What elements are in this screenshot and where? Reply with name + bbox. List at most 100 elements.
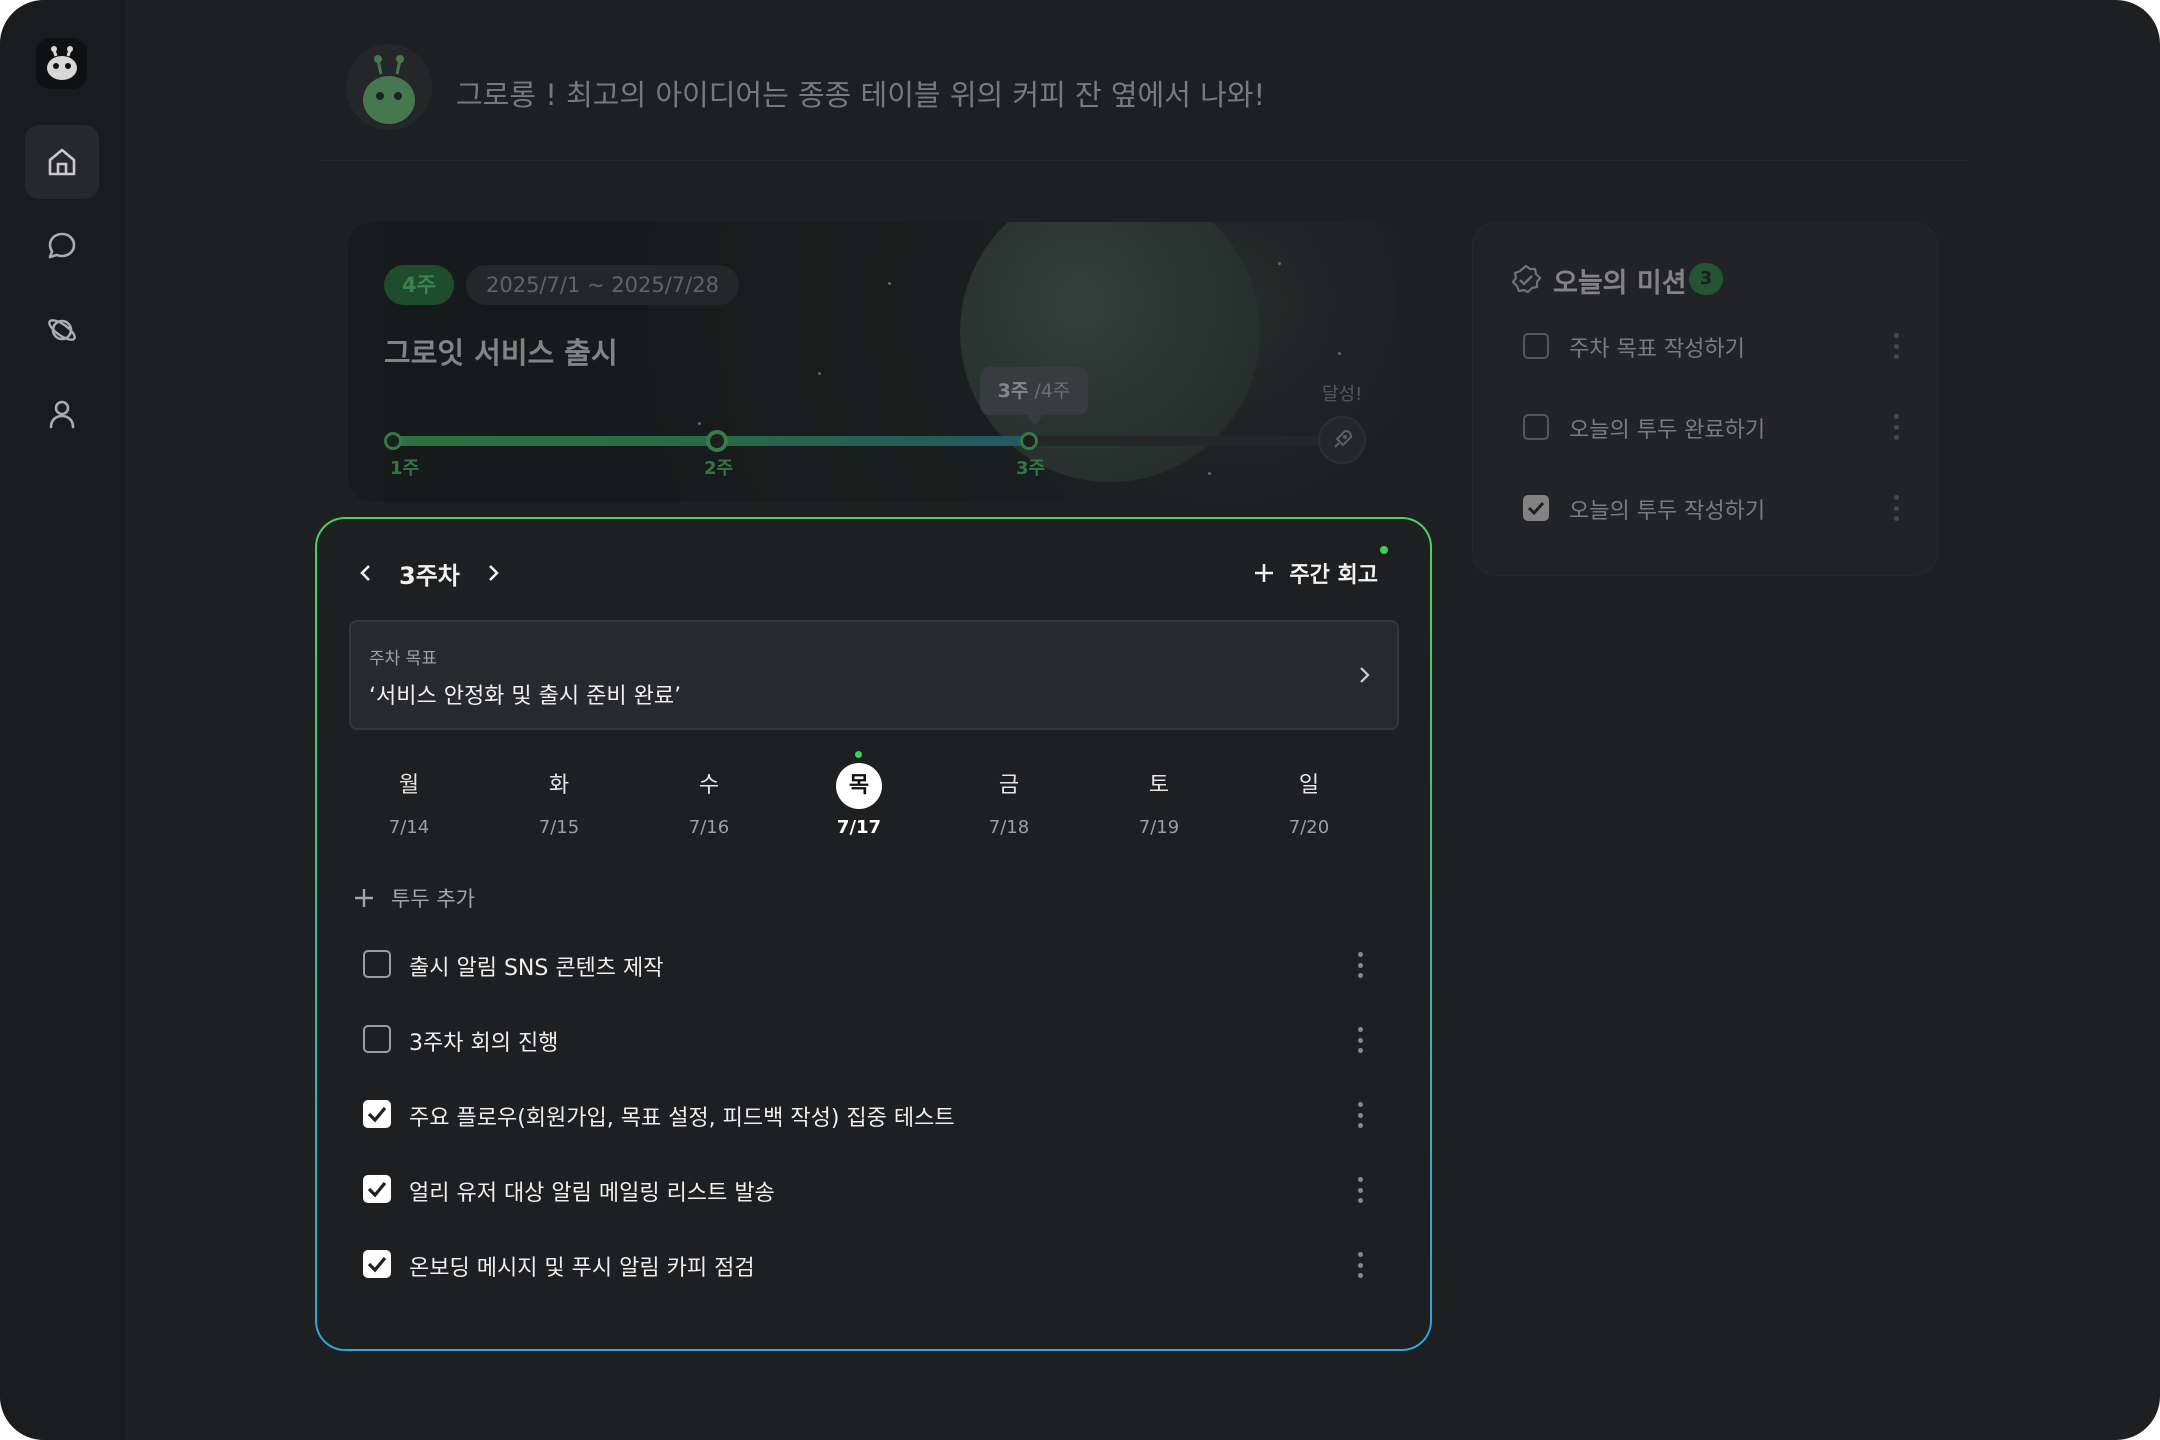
todo-item[interactable]: 주요 플로우(회원가입, 목표 설정, 피드백 작성) 집중 테스트 <box>363 1094 1363 1134</box>
weekly-review-button[interactable]: 주간 회고 <box>1253 555 1378 591</box>
chevron-right-icon[interactable] <box>482 562 504 584</box>
tooltip-total-weeks: /4주 <box>1034 380 1071 402</box>
day-date: 7/19 <box>1138 817 1180 838</box>
rocket-icon <box>1318 416 1366 464</box>
more-vertical-icon[interactable] <box>1357 1177 1363 1203</box>
progress-tooltip: 3주 /4주 <box>980 367 1088 425</box>
more-vertical-icon[interactable] <box>1893 495 1899 521</box>
more-vertical-icon[interactable] <box>1357 1252 1363 1278</box>
mascot-avatar <box>346 44 432 130</box>
todo-checkbox[interactable] <box>363 1100 391 1128</box>
todo-item[interactable]: 출시 알림 SNS 콘텐츠 제작 <box>363 944 1363 984</box>
today-dot <box>855 751 862 758</box>
more-vertical-icon[interactable] <box>1357 1027 1363 1053</box>
chevron-right-icon <box>1360 667 1370 683</box>
nav-planet-button[interactable] <box>25 293 99 367</box>
week-1-label: 1주 <box>390 458 420 479</box>
logo-icon[interactable] <box>36 38 87 89</box>
todo-label: 온보딩 메시지 및 푸시 알림 카피 점검 <box>409 1256 755 1281</box>
mission-title: 오늘의 미션 <box>1553 268 1687 299</box>
day-date: 7/15 <box>538 817 580 838</box>
add-todo-label: 투두 추가 <box>391 887 475 911</box>
more-vertical-icon[interactable] <box>1357 952 1363 978</box>
planet-icon <box>48 319 76 341</box>
tooltip-current-week: 3주 <box>997 380 1029 402</box>
more-vertical-icon[interactable] <box>1357 1102 1363 1128</box>
week-1-marker <box>384 432 402 450</box>
goal-week-chip: 4주 <box>384 265 454 305</box>
mission-checkbox[interactable] <box>1523 333 1549 359</box>
home-icon <box>48 148 76 176</box>
day-tue[interactable]: 화 7/15 <box>514 763 604 838</box>
mission-item-label: 오늘의 투두 완료하기 <box>1569 418 1766 443</box>
goal-progress-card[interactable]: 4주 2025/7/1 ~ 2025/7/28 그로잇 서비스 출시 3주 /4… <box>348 222 1398 502</box>
add-todo-button[interactable]: 투두 추가 <box>353 883 475 913</box>
nav-profile-button[interactable] <box>25 377 99 451</box>
day-date: 7/16 <box>688 817 730 838</box>
todo-checkbox[interactable] <box>363 1025 391 1053</box>
day-mon[interactable]: 월 7/14 <box>364 763 454 838</box>
todo-label: 주요 플로우(회원가입, 목표 설정, 피드백 작성) 집중 테스트 <box>409 1106 955 1131</box>
check-icon <box>367 1106 387 1123</box>
mission-count-badge: 3 <box>1689 263 1723 295</box>
greeting-header: 그로롱 ! 최고의 아이디어는 종종 테이블 위의 커피 잔 옆에서 나와! <box>346 44 1346 134</box>
plus-icon <box>355 889 373 907</box>
day-name: 일 <box>1298 773 1320 798</box>
mission-checkbox[interactable] <box>1523 495 1549 521</box>
goal-date-range: 2025/7/1 ~ 2025/7/28 <box>466 265 739 305</box>
week-3-marker <box>1020 432 1038 450</box>
check-icon <box>367 1181 387 1198</box>
day-date: 7/18 <box>988 817 1030 838</box>
day-wed[interactable]: 수 7/16 <box>664 763 754 838</box>
mission-item-label: 주차 목표 작성하기 <box>1569 337 1745 362</box>
day-date: 7/14 <box>388 817 430 838</box>
more-vertical-icon[interactable] <box>1893 414 1899 440</box>
day-name: 금 <box>998 773 1020 798</box>
achieve-label: 달성! <box>1322 384 1363 405</box>
day-sat[interactable]: 토 7/19 <box>1114 763 1204 838</box>
nav-home-button[interactable] <box>25 125 99 199</box>
weekly-todo-panel: 3주차 주간 회고 주차 목표 ‘서비스 안정화 및 출시 준비 완료’ 월 7… <box>315 517 1432 1351</box>
mission-item[interactable]: 주차 목표 작성하기 <box>1523 329 1903 363</box>
todo-item[interactable]: 3주차 회의 진행 <box>363 1019 1363 1059</box>
week-2-label: 2주 <box>704 458 734 479</box>
day-fri[interactable]: 금 7/18 <box>964 763 1054 838</box>
check-icon <box>367 1256 387 1273</box>
week-title: 3주차 <box>399 561 460 590</box>
todo-item[interactable]: 온보딩 메시지 및 푸시 알림 카피 점검 <box>363 1244 1363 1284</box>
weekly-goal-box[interactable]: 주차 목표 ‘서비스 안정화 및 출시 준비 완료’ <box>349 620 1399 730</box>
progress-track <box>386 436 1326 446</box>
day-thu[interactable]: 목 7/17 <box>814 751 904 838</box>
nav-chat-button[interactable] <box>25 209 99 283</box>
day-name: 목 <box>836 763 882 809</box>
today-mission-card: 오늘의 미션 3 주차 목표 작성하기 오늘의 투두 완료하기 오늘의 투두 작… <box>1472 222 1938 576</box>
mission-item-label: 오늘의 투두 작성하기 <box>1569 499 1766 524</box>
mission-checkbox[interactable] <box>1523 414 1549 440</box>
week-navigator: 3주차 <box>355 553 504 593</box>
weekly-goal-label: 주차 목표 <box>369 649 437 669</box>
day-date: 7/20 <box>1288 817 1330 838</box>
app-window: 그로롱 ! 최고의 아이디어는 종종 테이블 위의 커피 잔 옆에서 나와! 4… <box>0 0 2160 1440</box>
todo-checkbox[interactable] <box>363 1175 391 1203</box>
day-selector: 월 7/14 화 7/15 수 7/16 목 7/17 금 7/18 토 7/1… <box>349 751 1399 853</box>
badge-check-icon <box>1511 264 1542 294</box>
day-date: 7/17 <box>836 817 882 838</box>
todo-checkbox[interactable] <box>363 1250 391 1278</box>
todo-label: 얼리 유저 대상 알림 메일링 리스트 발송 <box>409 1181 775 1206</box>
mission-item[interactable]: 오늘의 투두 완료하기 <box>1523 410 1903 444</box>
header-divider <box>320 160 1968 161</box>
todo-label: 3주차 회의 진행 <box>409 1031 559 1056</box>
todo-checkbox[interactable] <box>363 950 391 978</box>
weekly-review-label: 주간 회고 <box>1289 563 1378 588</box>
day-name: 수 <box>698 773 720 798</box>
more-vertical-icon[interactable] <box>1893 333 1899 359</box>
greeting-text: 그로롱 ! 최고의 아이디어는 종종 테이블 위의 커피 잔 옆에서 나와! <box>456 78 1266 112</box>
day-sun[interactable]: 일 7/20 <box>1264 763 1354 838</box>
goal-title: 그로잇 서비스 출시 <box>384 336 618 370</box>
day-name: 월 <box>398 773 420 798</box>
chat-bubble-icon <box>48 232 76 259</box>
todo-item[interactable]: 얼리 유저 대상 알림 메일링 리스트 발송 <box>363 1169 1363 1209</box>
chevron-left-icon[interactable] <box>355 562 377 584</box>
mission-item[interactable]: 오늘의 투두 작성하기 <box>1523 491 1903 525</box>
todo-label: 출시 알림 SNS 콘텐츠 제작 <box>409 956 664 981</box>
